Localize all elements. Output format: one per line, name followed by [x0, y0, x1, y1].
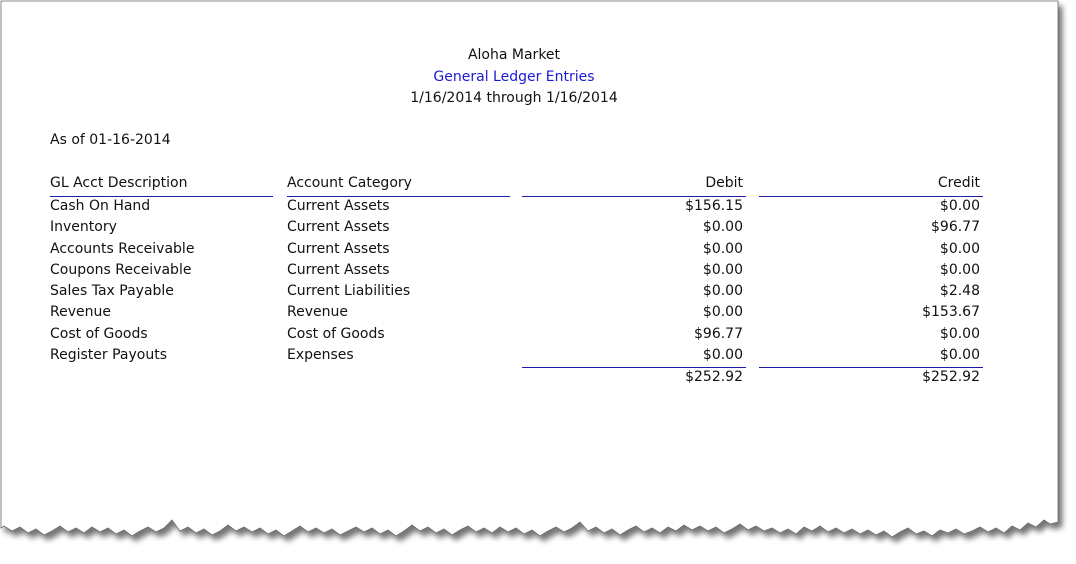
row-debit: $0.00	[702, 283, 743, 300]
row-debit: $96.77	[694, 325, 743, 342]
total-rule-credit	[759, 367, 983, 368]
row-description: Coupons Receivable	[50, 261, 192, 278]
column-header-debit: Debit	[705, 175, 743, 191]
row-credit: $0.00	[939, 261, 980, 278]
row-category: Current Assets	[287, 261, 390, 278]
row-category: Revenue	[287, 304, 348, 321]
company-name: Aloha Market	[467, 47, 561, 63]
row-description: Cash On Hand	[50, 198, 151, 214]
table-row: Cash On Hand Current Assets $156.15 $0.0…	[0, 198, 1060, 219]
row-credit: $2.48	[939, 283, 980, 300]
row-debit: $156.15	[685, 198, 743, 214]
table-row: Revenue Revenue $0.00 $153.67	[0, 304, 1060, 325]
row-category: Current Assets	[287, 198, 390, 214]
column-header-description: GL Acct Description	[50, 175, 188, 191]
row-credit: $0.00	[939, 347, 980, 364]
row-category: Cost of Goods	[287, 325, 385, 342]
row-debit: $0.00	[702, 347, 743, 364]
header-rule-credit	[759, 196, 983, 197]
table-row: Inventory Current Assets $0.00 $96.77	[0, 219, 1060, 240]
row-category: Expenses	[287, 347, 354, 364]
row-description: Cost of Goods	[50, 325, 148, 342]
row-debit: $0.00	[702, 261, 743, 278]
row-credit: $0.00	[939, 198, 980, 214]
table-row: Sales Tax Payable Current Liabilities $0…	[0, 283, 1060, 304]
report-body: Aloha Market General Ledger Entries 1/16…	[0, 0, 1060, 500]
row-debit: $0.00	[702, 219, 743, 236]
row-credit: $153.67	[922, 304, 980, 321]
row-description: Sales Tax Payable	[50, 283, 174, 300]
row-description: Accounts Receivable	[50, 240, 195, 257]
row-description: Register Payouts	[50, 347, 167, 364]
column-header-category: Account Category	[287, 175, 412, 191]
table-row: Coupons Receivable Current Assets $0.00 …	[0, 262, 1060, 283]
row-category: Current Assets	[287, 240, 390, 257]
ledger-table-body: Cash On Hand Current Assets $156.15 $0.0…	[0, 198, 1060, 368]
table-row: Accounts Receivable Current Assets $0.00…	[0, 241, 1060, 262]
as-of-date: As of 01-16-2014	[50, 132, 171, 148]
total-rule-debit	[522, 367, 746, 368]
header-rule-category	[287, 196, 510, 197]
total-credit: $252.92	[922, 369, 980, 385]
row-credit: $0.00	[939, 325, 980, 342]
column-header-credit: Credit	[937, 175, 980, 191]
row-debit: $0.00	[702, 240, 743, 257]
row-credit: $0.00	[939, 240, 980, 257]
row-debit: $0.00	[702, 304, 743, 321]
table-row: Register Payouts Expenses $0.00 $0.00	[0, 347, 1060, 368]
row-category: Current Assets	[287, 219, 390, 236]
row-category: Current Liabilities	[287, 283, 411, 300]
header-rule-description	[50, 196, 273, 197]
row-description: Inventory	[50, 219, 117, 236]
table-row: Cost of Goods Cost of Goods $96.77 $0.00	[0, 326, 1060, 347]
header-rule-debit	[522, 196, 746, 197]
row-description: Revenue	[50, 304, 111, 321]
report-title: General Ledger Entries	[433, 69, 595, 85]
total-debit: $252.92	[685, 369, 743, 385]
row-credit: $96.77	[931, 219, 980, 236]
date-range: 1/16/2014 through 1/16/2014	[410, 90, 618, 106]
